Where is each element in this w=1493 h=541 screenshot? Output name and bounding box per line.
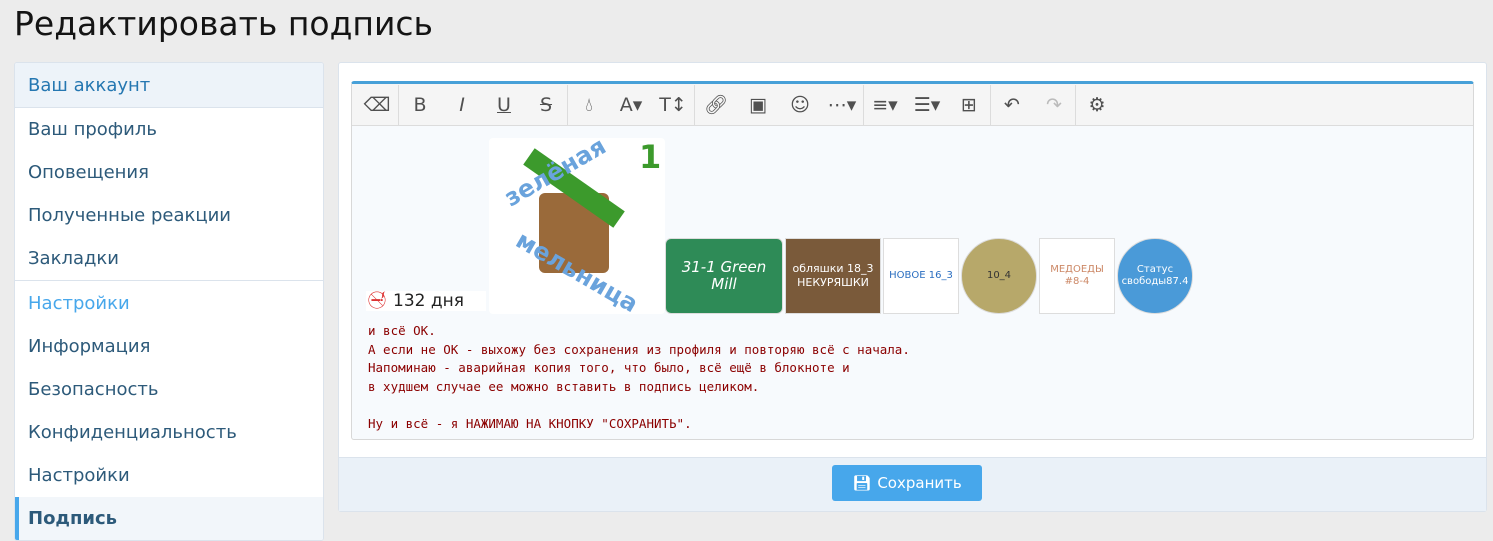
italic-icon[interactable]: I	[441, 84, 483, 126]
eraser-icon[interactable]: ⌫	[356, 84, 398, 126]
strikethrough-icon[interactable]: S	[525, 84, 567, 126]
editor-content[interactable]: зелёная мельница 1 🚭︎ 132 дня 31-1 Green…	[352, 126, 1473, 440]
underline-icon[interactable]: U	[483, 84, 525, 126]
badge-nekuryashki: обляшки 18_3 НЕКУРЯШКИ	[785, 238, 881, 314]
redo-icon[interactable]: ↷	[1033, 84, 1075, 126]
rich-text-editor: ⌫ B I U S 💧︎ A▾ T↕ 🔗︎ ▣ ☺ ⋯▾ ≡▾ ☰▾ ⊞ ↶ ↷…	[351, 81, 1474, 440]
image-icon[interactable]: ▣	[737, 84, 779, 126]
smilie-icon[interactable]: ☺	[779, 84, 821, 126]
badge-novoe: НОВОЕ 16_3	[883, 238, 959, 314]
sidebar-item-privacy[interactable]: Конфиденциальность	[15, 411, 323, 454]
link-icon[interactable]: 🔗︎	[695, 84, 737, 126]
sidebar-header-account[interactable]: Ваш аккаунт	[15, 63, 323, 108]
settings-icon[interactable]: ⚙	[1076, 84, 1118, 126]
no-smoking-icon: 🚭︎	[366, 291, 388, 311]
sidebar-header-settings: Настройки	[15, 280, 323, 325]
days-count: 132 дня	[393, 291, 464, 311]
bold-icon[interactable]: B	[399, 84, 441, 126]
align-icon[interactable]: ≡▾	[864, 84, 906, 126]
sidebar-item-reactions[interactable]: Полученные реакции	[15, 194, 323, 237]
page-title: Редактировать подпись	[14, 4, 434, 43]
sidebar-item-security[interactable]: Безопасность	[15, 368, 323, 411]
color-icon[interactable]: 💧︎	[568, 84, 610, 126]
sidebar-item-alerts[interactable]: Оповещения	[15, 151, 323, 194]
table-icon[interactable]: ⊞	[948, 84, 990, 126]
signature-text: и всё ОК. А если не ОК - выхожу без сохра…	[368, 323, 910, 431]
save-icon: 💾︎	[852, 474, 872, 492]
font-family-icon[interactable]: A▾	[610, 84, 652, 126]
list-icon[interactable]: ☰▾	[906, 84, 948, 126]
sidebar-item-profile[interactable]: Ваш профиль	[15, 108, 323, 151]
sidebar-item-info[interactable]: Информация	[15, 325, 323, 368]
font-size-icon[interactable]: T↕	[652, 84, 694, 126]
sidebar-item-signature[interactable]: Подпись	[15, 497, 323, 540]
badge-row: 31-1 Green Mill обляшки 18_3 НЕКУРЯШКИ Н…	[665, 238, 1193, 314]
signature-form: ⌫ B I U S 💧︎ A▾ T↕ 🔗︎ ▣ ☺ ⋯▾ ≡▾ ☰▾ ⊞ ↶ ↷…	[338, 62, 1487, 512]
green-mill-logo: зелёная мельница 1	[489, 132, 665, 318]
sidebar-item-preferences[interactable]: Настройки	[15, 454, 323, 497]
more-icon[interactable]: ⋯▾	[821, 84, 863, 126]
save-button[interactable]: 💾︎ Сохранить	[832, 465, 982, 501]
badge-green-mill: 31-1 Green Mill	[665, 238, 783, 314]
badge-eagle: Статус свободы87.4	[1117, 238, 1193, 314]
badge-squirrel: 10_4	[961, 238, 1037, 314]
form-footer: 💾︎ Сохранить	[339, 457, 1486, 511]
no-smoking-counter: 🚭︎ 132 дня	[366, 291, 486, 311]
editor-toolbar: ⌫ B I U S 💧︎ A▾ T↕ 🔗︎ ▣ ☺ ⋯▾ ≡▾ ☰▾ ⊞ ↶ ↷…	[352, 84, 1473, 126]
sidebar-item-bookmarks[interactable]: Закладки	[15, 237, 323, 280]
badge-medoedy: МЕДОЕДЫ #8-4	[1039, 238, 1115, 314]
undo-icon[interactable]: ↶	[991, 84, 1033, 126]
account-sidebar: Ваш аккаунт Ваш профиль Оповещения Получ…	[14, 62, 324, 541]
